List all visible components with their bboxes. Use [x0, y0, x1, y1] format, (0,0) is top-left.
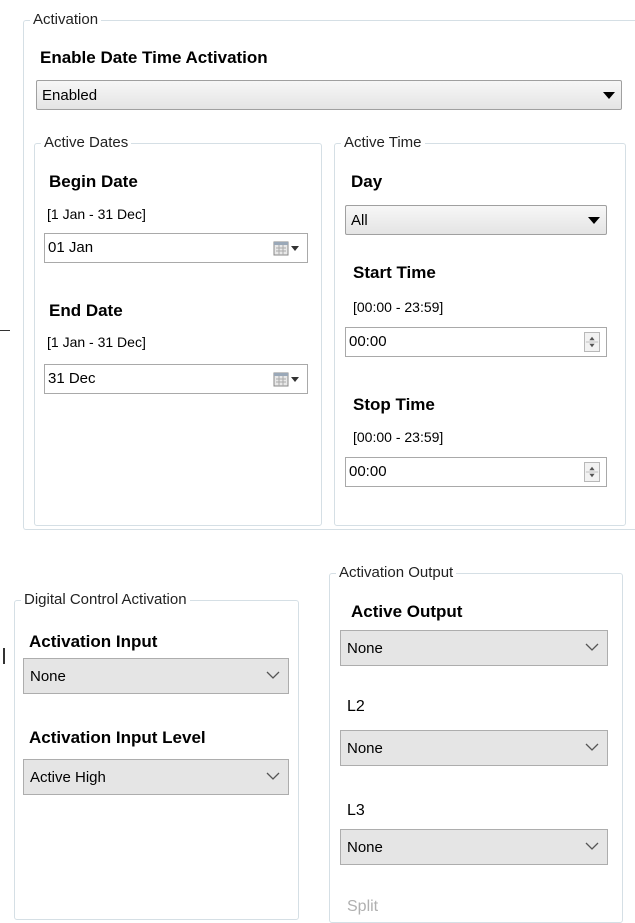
chevron-down-icon: [585, 842, 599, 850]
activation-input-select[interactable]: None: [23, 658, 289, 694]
begin-date-field[interactable]: 01 Jan: [44, 233, 308, 263]
active-dates-legend: Active Dates: [41, 134, 132, 152]
left-edge-mark: [3, 648, 5, 664]
activation-legend: Activation: [30, 11, 102, 29]
spinner-icon[interactable]: [584, 462, 600, 482]
chevron-down-icon: [266, 772, 280, 780]
end-date-value: 31 Dec: [48, 370, 96, 387]
chevron-down-icon: [585, 643, 599, 651]
day-select[interactable]: All: [345, 205, 607, 235]
stop-time-range: [00:00 - 23:59]: [353, 429, 444, 445]
chevron-down-icon: [585, 743, 599, 751]
activation-input-level-select[interactable]: Active High: [23, 759, 289, 795]
activation-input-label: Activation Input: [29, 632, 158, 651]
day-label: Day: [351, 172, 383, 191]
start-time-range: [00:00 - 23:59]: [353, 299, 444, 315]
enable-activation-value: Enabled: [42, 87, 98, 104]
triangle-down-icon: [603, 92, 615, 99]
stop-time-value: 00:00: [349, 463, 387, 480]
l3-select[interactable]: None: [340, 829, 608, 865]
stop-time-field[interactable]: 00:00: [345, 457, 607, 487]
calendar-dropdown-icon[interactable]: [273, 240, 303, 256]
l2-value: None: [347, 740, 383, 757]
start-time-label: Start Time: [353, 263, 436, 282]
day-value: All: [351, 212, 368, 229]
start-time-value: 00:00: [349, 333, 387, 350]
l3-value: None: [347, 839, 383, 856]
l3-label: L3: [347, 802, 365, 819]
spinner-icon[interactable]: [584, 332, 600, 352]
start-time-field[interactable]: 00:00: [345, 327, 607, 357]
end-date-label: End Date: [49, 301, 123, 320]
digital-control-legend: Digital Control Activation: [21, 591, 190, 609]
begin-date-label: Begin Date: [49, 172, 138, 191]
active-output-label: Active Output: [351, 602, 463, 621]
split-label: Split: [347, 898, 379, 915]
enable-activation-select[interactable]: Enabled: [36, 80, 622, 110]
activation-input-value: None: [30, 668, 66, 685]
activation-output-legend: Activation Output: [336, 564, 457, 582]
active-time-legend: Active Time: [341, 134, 425, 152]
l2-label: L2: [347, 698, 365, 715]
left-edge-mark: [0, 330, 10, 331]
active-output-value: None: [347, 640, 383, 657]
calendar-dropdown-icon[interactable]: [273, 371, 303, 387]
chevron-down-icon: [266, 671, 280, 679]
triangle-down-icon: [588, 217, 600, 224]
active-output-select[interactable]: None: [340, 630, 608, 666]
enable-date-time-label: Enable Date Time Activation: [40, 48, 268, 67]
activation-input-level-label: Activation Input Level: [29, 728, 206, 747]
l2-select[interactable]: None: [340, 730, 608, 766]
activation-input-level-value: Active High: [30, 769, 106, 786]
end-date-range: [1 Jan - 31 Dec]: [47, 334, 146, 350]
stop-time-label: Stop Time: [353, 395, 435, 414]
begin-date-range: [1 Jan - 31 Dec]: [47, 206, 146, 222]
end-date-field[interactable]: 31 Dec: [44, 364, 308, 394]
begin-date-value: 01 Jan: [48, 239, 94, 256]
